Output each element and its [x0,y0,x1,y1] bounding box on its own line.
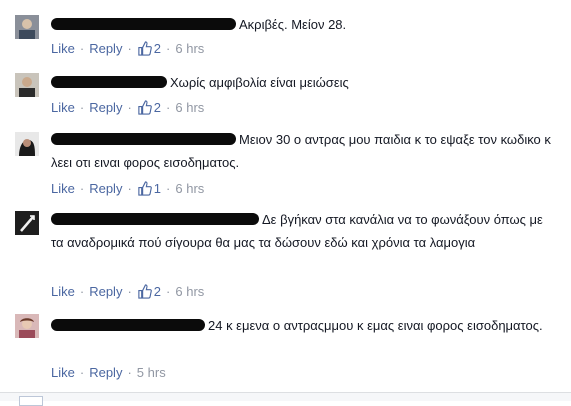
separator: · [127,284,132,299]
redacted-author-name[interactable] [51,133,236,145]
timestamp[interactable]: 6 hrs [175,181,204,196]
reply-link[interactable]: Reply [89,41,122,56]
separator: · [166,41,171,56]
thumbs-up-icon [138,41,152,56]
comment-body: Μειον 30 ο αντρας μου παιδια κ το εψαξε … [51,128,551,174]
comment-text: 24 κ εμενα ο αντραςμμου κ εμας ειναι φορ… [208,318,543,333]
thumbs-up-icon [138,181,152,196]
like-link[interactable]: Like [51,100,75,115]
separator: · [127,181,132,196]
separator: · [79,181,85,196]
comment-actions: Like · Reply · 1 · 6 hrs [51,180,204,198]
redacted-author-name[interactable] [51,319,205,331]
separator: · [166,100,171,115]
like-count[interactable]: 2 [137,100,161,115]
redacted-author-name[interactable] [51,213,259,225]
reply-link[interactable]: Reply [89,181,122,196]
like-link[interactable]: Like [51,41,75,56]
timestamp[interactable]: 6 hrs [175,100,204,115]
comment-actions: Like · Reply · 2 · 6 hrs [51,99,204,117]
like-count[interactable]: 2 [137,284,161,299]
thumbs-up-icon [138,284,152,299]
avatar[interactable] [15,211,39,235]
like-count[interactable]: 2 [137,41,161,56]
separator: · [127,100,132,115]
profile-photo-icon [15,15,39,39]
avatar[interactable] [15,132,39,156]
profile-photo-icon [15,73,39,97]
reply-link[interactable]: Reply [89,100,122,115]
reply-link[interactable]: Reply [89,365,122,380]
separator: · [166,284,171,299]
timestamp[interactable]: 5 hrs [137,365,166,380]
separator: · [79,100,85,115]
profile-photo-icon [15,132,39,156]
separator: · [127,365,132,380]
thumbs-up-icon [138,100,152,115]
redacted-author-name[interactable] [51,18,236,30]
comment-body: Χωρίς αμφιβολία είναι μειώσεις [51,71,551,94]
separator: · [166,181,171,196]
comment-actions: Like · Reply · 5 hrs [51,364,166,382]
like-count[interactable]: 1 [137,181,161,196]
separator: · [79,284,85,299]
timestamp[interactable]: 6 hrs [175,284,204,299]
like-link[interactable]: Like [51,181,75,196]
comment-body: 24 κ εμενα ο αντραςμμου κ εμας ειναι φορ… [51,314,551,337]
redacted-author-name[interactable] [51,76,167,88]
separator: · [79,41,85,56]
comment-actions: Like · Reply · 2 · 6 hrs [51,283,204,301]
avatar[interactable] [15,73,39,97]
avatar[interactable] [15,314,39,338]
profile-photo-icon [15,314,39,338]
avatar[interactable] [15,15,39,39]
timestamp[interactable]: 6 hrs [175,41,204,56]
reply-link[interactable]: Reply [89,284,122,299]
comment-actions: Like · Reply · 2 · 6 hrs [51,40,204,58]
separator: · [79,365,85,380]
separator: · [127,41,132,56]
comment-body: Δε βγήκαν στα κανάλια να το φωνάξουν όπω… [51,208,551,254]
comment-text: Ακριβές. Μείον 28. [239,17,347,32]
comment-body: Ακριβές. Μείον 28. [51,13,551,36]
comment-text: Χωρίς αμφιβολία είναι μειώσεις [170,75,349,90]
profile-photo-icon [15,211,39,235]
composer-box[interactable] [19,396,43,406]
like-link[interactable]: Like [51,284,75,299]
like-link[interactable]: Like [51,365,75,380]
